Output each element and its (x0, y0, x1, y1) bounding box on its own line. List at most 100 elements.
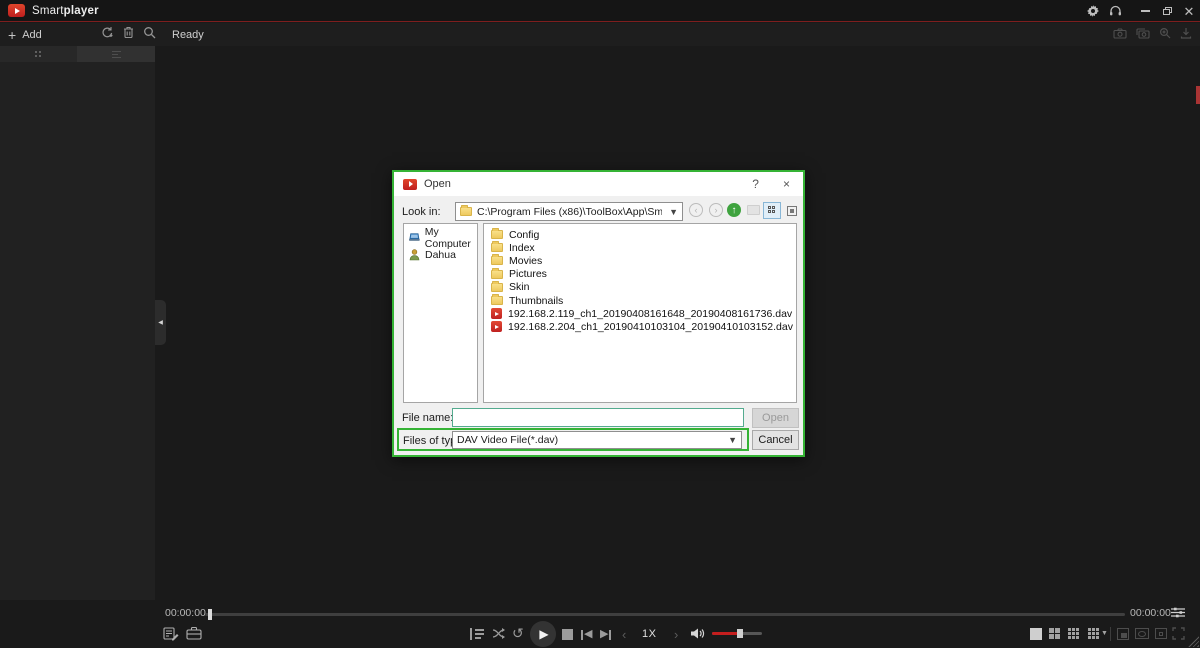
play-button[interactable]: ▶ (530, 621, 556, 647)
scrollbar-thumb[interactable] (1196, 86, 1200, 104)
seek-slider[interactable] (205, 613, 1125, 616)
volume-mute-icon[interactable] (690, 627, 705, 640)
details-view-icon (787, 206, 797, 216)
folder-icon (491, 296, 503, 305)
folder-icon (491, 256, 503, 265)
dialog-title-bar[interactable]: Open ? × (394, 172, 803, 196)
file-item-folder[interactable]: Config (491, 228, 796, 241)
file-list-panel: Config Index Movies Pictures Skin Thumbn… (483, 223, 797, 403)
app-title-light: Smart (32, 5, 64, 17)
file-name: Pictures (509, 268, 547, 280)
up-one-level-button[interactable]: ↑ (727, 203, 741, 217)
dialog-close-button[interactable]: × (783, 177, 790, 191)
view-custom-button[interactable]: ▼ (1088, 628, 1108, 639)
caret-down-icon: ▼ (1101, 630, 1108, 637)
list-view-button[interactable] (763, 202, 781, 219)
open-button[interactable]: Open (752, 408, 799, 428)
secondary-toolbar: + Add Ready (0, 23, 1200, 46)
app-title: Smartplayer (32, 5, 99, 17)
look-in-combobox[interactable]: C:\Program Files (x86)\ToolBox\App\Smart… (455, 202, 683, 221)
custom-view-icon (1088, 628, 1099, 639)
place-label: My Computer (425, 226, 477, 250)
add-button-label: Add (22, 29, 42, 41)
file-item-folder[interactable]: Skin (491, 281, 796, 294)
file-name: Config (509, 229, 539, 241)
minimize-button[interactable] (1134, 0, 1156, 22)
open-file-dialog: Open ? × Look in: C:\Program Files (x86)… (392, 170, 805, 457)
multi-snapshot-icon (1136, 26, 1150, 44)
view-single-button[interactable] (1030, 628, 1042, 640)
list-view-icon (768, 206, 777, 215)
fisheye-button (1135, 628, 1149, 639)
download-icon (1180, 26, 1192, 44)
add-button[interactable]: + Add (8, 23, 42, 46)
volume-handle[interactable] (737, 629, 743, 638)
file-name-input[interactable] (452, 408, 744, 427)
files-of-type-combobox[interactable]: DAV Video File(*.dav) ▼ (452, 431, 742, 449)
sidebar-tab-list[interactable] (77, 46, 155, 62)
stop-button[interactable] (562, 629, 573, 640)
look-in-path: C:\Program Files (x86)\ToolBox\App\Smart… (477, 206, 662, 218)
dialog-app-icon (403, 179, 417, 190)
file-name: Thumbnails (509, 295, 563, 307)
close-button[interactable]: ✕ (1178, 0, 1200, 22)
file-name: 192.168.2.204_ch1_20190410103104_2019041… (508, 321, 793, 333)
playlist-icon[interactable] (470, 628, 484, 640)
file-item-video[interactable]: 192.168.2.204_ch1_20190410103104_2019041… (491, 320, 796, 333)
original-scale-button (1117, 628, 1129, 640)
video-file-icon (491, 321, 502, 332)
sidebar-tab-group[interactable] (0, 46, 77, 62)
file-item-folder[interactable]: Thumbnails (491, 294, 796, 307)
quad-view-icon (1049, 628, 1060, 639)
cancel-button[interactable]: Cancel (752, 430, 799, 450)
loop-mode-icon[interactable] (492, 627, 508, 640)
previous-frame-button[interactable]: ◀ (581, 629, 592, 640)
view-nine-button[interactable] (1068, 628, 1079, 639)
list-icon (112, 51, 121, 58)
view-quad-button[interactable] (1049, 628, 1060, 639)
toolbox-icon[interactable] (186, 626, 202, 640)
sidebar-collapse-handle[interactable]: ◀ (155, 300, 166, 345)
sort-refresh-icon[interactable] (100, 26, 114, 44)
speed-down-button[interactable]: ‹ (622, 627, 626, 642)
details-view-button[interactable] (783, 202, 801, 219)
folder-icon (491, 230, 503, 239)
playlist-sidebar (0, 46, 155, 600)
combo-dropdown-icon[interactable]: ▼ (726, 435, 737, 445)
file-item-folder[interactable]: Movies (491, 254, 796, 267)
place-item-my-computer[interactable]: My Computer (404, 229, 477, 246)
replay-icon[interactable]: ↺ (512, 626, 524, 640)
forward-arrow-icon: › (715, 205, 718, 215)
restore-button[interactable] (1156, 0, 1178, 22)
back-arrow-icon: ‹ (695, 205, 698, 215)
watermark-verify-icon[interactable] (163, 626, 179, 641)
file-name: 192.168.2.119_ch1_20190408161648_2019040… (508, 308, 792, 320)
file-name: Skin (509, 281, 529, 293)
file-item-video[interactable]: 192.168.2.119_ch1_20190408161648_2019040… (491, 307, 796, 320)
total-time: 00:00:00 (1130, 607, 1171, 619)
combo-dropdown-icon[interactable]: ▼ (667, 207, 678, 217)
back-button[interactable]: ‹ (689, 203, 703, 217)
delete-trash-icon[interactable] (123, 26, 134, 44)
file-item-folder[interactable]: Index (491, 241, 796, 254)
fullscreen-button (1172, 627, 1185, 640)
playback-controls: ↺ ▶ ◀ ▶ ‹ 1X › ▼ (0, 621, 1200, 647)
volume-fill (712, 632, 740, 635)
plus-icon: + (8, 28, 16, 42)
search-icon[interactable] (143, 26, 156, 44)
speed-up-button[interactable]: › (674, 627, 678, 642)
volume-slider[interactable] (712, 632, 762, 635)
file-item-folder[interactable]: Pictures (491, 268, 796, 281)
dialog-help-button[interactable]: ? (752, 177, 759, 191)
new-folder-button[interactable] (747, 205, 760, 215)
support-headset-icon[interactable] (1104, 0, 1126, 22)
status-text: Ready (172, 23, 204, 46)
elapsed-time: 00:00:00 (165, 607, 206, 619)
look-in-label: Look in: (402, 206, 441, 218)
next-frame-button[interactable]: ▶ (600, 629, 611, 640)
settings-gear-icon[interactable] (1082, 0, 1104, 22)
forward-button[interactable]: › (709, 203, 723, 217)
drag-dots-icon (35, 51, 42, 58)
original-scale-icon (1117, 628, 1129, 640)
seek-handle[interactable] (208, 609, 212, 620)
